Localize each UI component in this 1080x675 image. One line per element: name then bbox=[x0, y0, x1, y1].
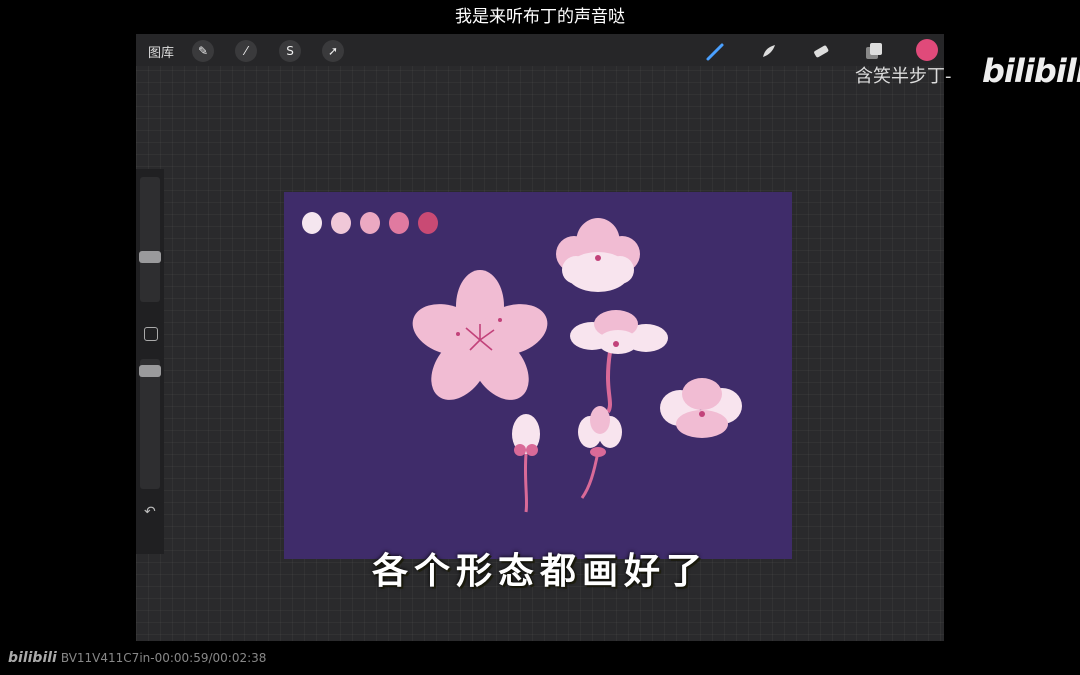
magic-wand-icon[interactable]: ⁄ bbox=[235, 40, 257, 62]
side-blossom bbox=[570, 310, 668, 414]
left-sidebar: ↶ bbox=[136, 169, 164, 554]
smudge-icon[interactable] bbox=[757, 39, 781, 63]
bud-left bbox=[512, 414, 540, 513]
layers-icon[interactable] bbox=[862, 39, 886, 63]
palette-swatch bbox=[389, 212, 409, 234]
video-subtitle: 各个形态都画好了 bbox=[371, 551, 708, 592]
palette-swatch bbox=[360, 212, 380, 234]
artwork bbox=[302, 212, 742, 513]
undo-icon[interactable]: ↶ bbox=[144, 504, 156, 520]
top-toolbar: 图库 ✎ ⁄ S ➚ bbox=[136, 34, 944, 66]
blossom-right bbox=[660, 378, 742, 438]
palette-swatch bbox=[331, 212, 351, 234]
brush-icon[interactable] bbox=[704, 39, 728, 63]
drawing-canvas[interactable] bbox=[284, 192, 792, 559]
wrench-icon[interactable]: ✎ bbox=[192, 40, 214, 62]
video-id: BV11V411C7in-00:00:59/00:02:38 bbox=[60, 651, 267, 665]
brush-size-thumb[interactable] bbox=[139, 251, 161, 263]
video-id-footer: bilibili BV11V411C7in-00:00:59/00:02:38 bbox=[8, 650, 266, 666]
modify-button[interactable] bbox=[144, 327, 158, 341]
palette-swatch bbox=[302, 212, 322, 234]
color-palette bbox=[302, 212, 438, 234]
opacity-slider[interactable] bbox=[140, 359, 160, 489]
uploader-watermark: 含笑半步丁- bbox=[855, 66, 952, 87]
bilibili-logo: bilibili bbox=[982, 52, 1080, 90]
gallery-button[interactable]: 图库 bbox=[148, 42, 174, 61]
transform-arrow-icon[interactable]: ➚ bbox=[322, 40, 344, 62]
top-caption: 我是来听布丁的声音哒 bbox=[455, 7, 625, 27]
bud-middle bbox=[578, 406, 622, 499]
selection-icon[interactable]: S bbox=[279, 40, 301, 62]
open-blossom-top bbox=[556, 218, 640, 292]
brush-size-slider[interactable] bbox=[140, 177, 160, 302]
palette-swatch bbox=[418, 212, 438, 234]
footer-logo: bilibili bbox=[8, 650, 57, 666]
eraser-icon[interactable] bbox=[809, 39, 833, 63]
main-blossom bbox=[412, 270, 548, 400]
color-picker-button[interactable] bbox=[916, 39, 938, 61]
opacity-thumb[interactable] bbox=[139, 365, 161, 377]
